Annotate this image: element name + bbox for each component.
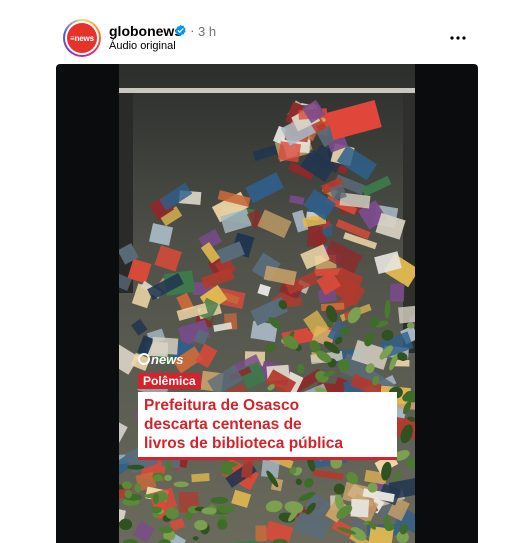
leaf-shape — [151, 506, 162, 514]
leaf-shape — [194, 520, 208, 531]
brand-ring-icon — [138, 353, 150, 365]
video-frame-image — [119, 64, 415, 543]
leaf-shape — [127, 464, 145, 470]
username-link[interactable]: globonews — [109, 23, 182, 39]
book-shape — [389, 283, 405, 302]
leaf-shape — [153, 474, 163, 482]
post-time[interactable]: 3 h — [198, 24, 216, 39]
more-options-button[interactable] — [446, 26, 470, 50]
leaf-shape — [158, 526, 173, 534]
leaf-shape — [173, 481, 189, 488]
leaf-shape — [134, 482, 142, 493]
brand-logo-text: news — [151, 351, 184, 367]
leaf-shape — [152, 492, 159, 505]
leaf-shape — [164, 474, 172, 481]
verified-badge-icon — [175, 24, 186, 37]
leaf-shape — [121, 481, 133, 490]
headline-text: Prefeitura de Osasco descarta centenas d… — [144, 397, 343, 452]
book-shape — [350, 498, 370, 518]
leaf-shape — [192, 536, 199, 541]
category-tag: Polêmica — [138, 373, 201, 389]
video-player[interactable]: news Polêmica Prefeitura de Osasco desca… — [119, 64, 415, 543]
leaf-shape — [220, 461, 238, 468]
brand-logo: news — [138, 351, 184, 367]
audio-link[interactable]: Áudio original — [109, 40, 176, 52]
leaf-shape — [124, 489, 132, 499]
book-shape — [191, 473, 210, 483]
post-header: ≡news globonews · 3 h Áudio original — [0, 0, 517, 64]
book-shape — [255, 525, 267, 542]
leaf-shape — [217, 504, 235, 514]
book-shape — [398, 305, 415, 324]
leaf-shape — [165, 507, 179, 520]
headline-box: Prefeitura de Osasco descarta centenas d… — [138, 392, 397, 460]
avatar-story-ring[interactable]: ≡news — [63, 19, 101, 57]
leaf-shape — [217, 519, 228, 530]
more-horizontal-icon — [450, 36, 466, 40]
leaf-shape — [201, 507, 217, 515]
leaf-shape — [119, 518, 133, 530]
leaf-shape — [185, 512, 193, 520]
time-separator: · — [190, 22, 195, 38]
media-frame[interactable]: news Polêmica Prefeitura de Osasco desca… — [56, 64, 478, 543]
leaf-shape — [165, 460, 172, 469]
leaf-shape — [210, 496, 229, 504]
avatar-text: ≡news — [70, 33, 94, 43]
avatar: ≡news — [67, 23, 97, 53]
leaf-shape — [220, 466, 233, 476]
